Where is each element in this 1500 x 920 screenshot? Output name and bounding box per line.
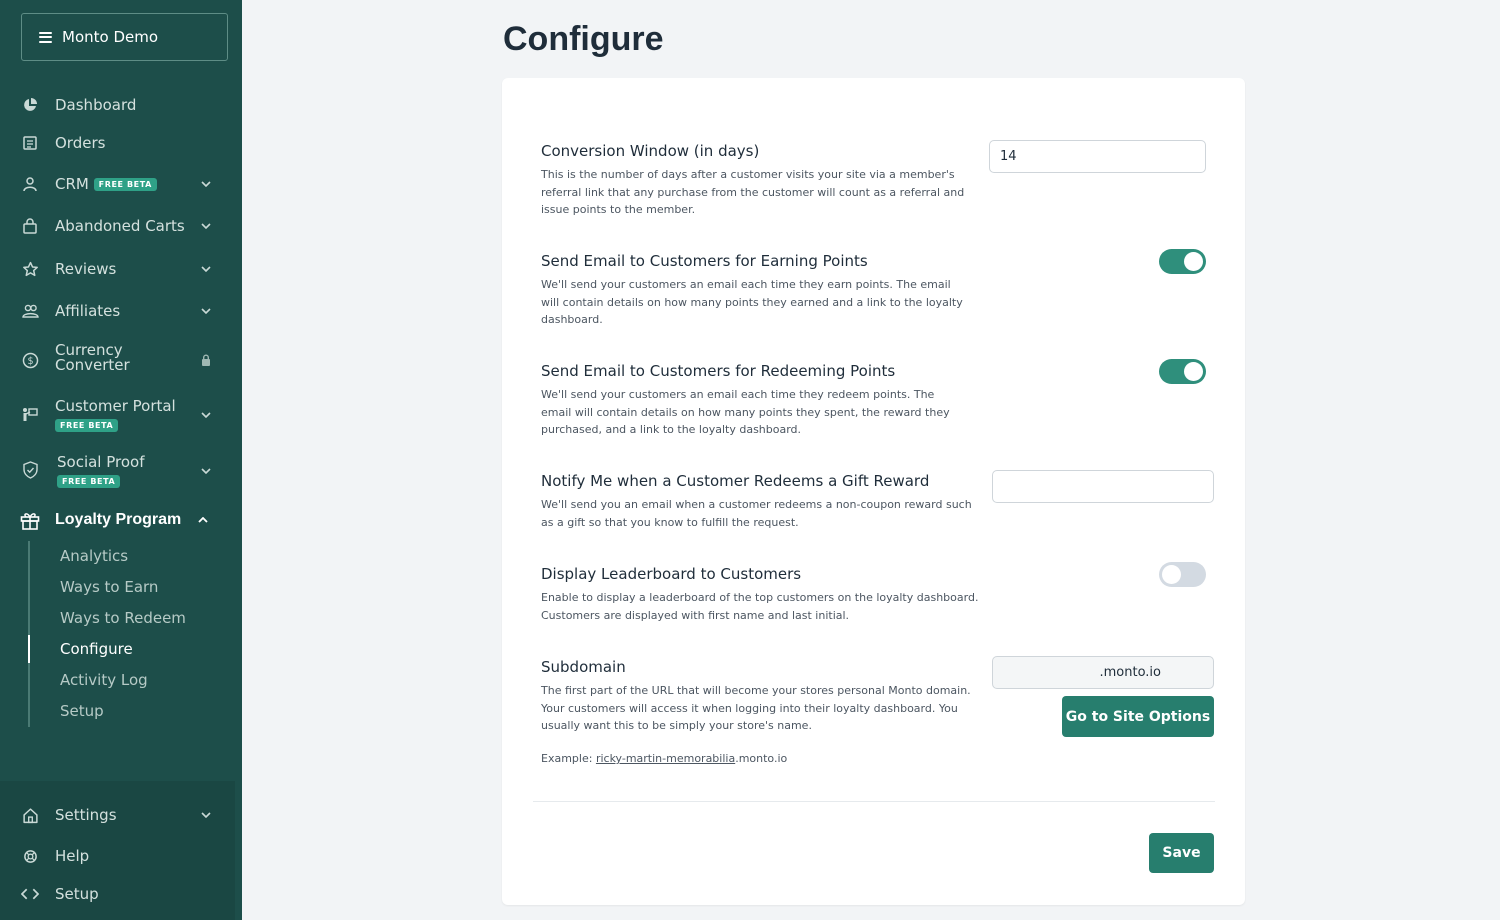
chevron-down-icon[interactable]	[200, 220, 212, 232]
gift-icon	[20, 510, 40, 530]
notify-email-input[interactable]	[992, 470, 1214, 503]
receipt-icon	[21, 134, 39, 152]
example-suffix: .monto.io	[735, 752, 788, 765]
nav-label: Abandoned Carts	[55, 217, 185, 235]
save-button[interactable]: Save	[1149, 833, 1214, 873]
subdomain-input[interactable]: .monto.io	[992, 656, 1214, 689]
svg-text:$: $	[27, 356, 33, 367]
lifebuoy-icon	[21, 847, 39, 865]
example-prefix: Example:	[541, 752, 596, 765]
nav-crm[interactable]: CRM FREE BETA	[0, 173, 242, 195]
sidebar: Monto Demo Dashboard Orders CRM FREE BET…	[0, 0, 242, 920]
store-name: Monto Demo	[62, 28, 159, 46]
nav-affiliates[interactable]: Affiliates	[0, 300, 242, 322]
chevron-up-icon[interactable]	[197, 514, 209, 526]
shield-icon	[21, 461, 39, 479]
nav-label: Customer Portal FREE BETA	[55, 397, 176, 433]
nav-social-proof[interactable]: Social Proof FREE BETA	[0, 453, 242, 489]
chevron-down-icon[interactable]	[200, 465, 212, 477]
nav-reviews[interactable]: Reviews	[0, 258, 242, 280]
leaderboard-toggle[interactable]	[1159, 562, 1206, 587]
chevron-down-icon[interactable]	[200, 305, 212, 317]
leaderboard-title: Display Leaderboard to Customers	[541, 565, 802, 583]
earning-email-desc: We'll send your customers an email each …	[541, 278, 963, 326]
nav-label: Social Proof FREE BETA	[57, 453, 145, 489]
card-divider	[533, 801, 1215, 802]
subdomain-suffix: .monto.io	[1099, 665, 1161, 680]
nav-loyalty-program[interactable]: Loyalty Program	[0, 509, 242, 531]
nav-settings[interactable]: Settings	[0, 804, 242, 826]
pie-chart-icon	[21, 96, 39, 114]
nav-label: Dashboard	[55, 96, 137, 114]
store-switcher-button[interactable]: Monto Demo	[21, 13, 228, 61]
user-icon	[21, 175, 39, 193]
nav-label-line2: Converter	[55, 356, 130, 374]
subdomain-desc: The first part of the URL that will beco…	[541, 684, 971, 732]
nav-dashboard[interactable]: Dashboard	[0, 94, 242, 116]
toggle-knob	[1184, 252, 1203, 271]
conversion-window-title: Conversion Window (in days)	[541, 142, 760, 160]
notify-gift-desc: We'll send you an email when a customer …	[541, 498, 972, 529]
star-icon	[21, 260, 39, 278]
chevron-down-icon[interactable]	[200, 178, 212, 190]
menu-icon	[39, 31, 52, 43]
redeeming-email-desc: We'll send your customers an email each …	[541, 388, 950, 436]
redeeming-email-toggle[interactable]	[1159, 359, 1206, 384]
conversion-window-desc: This is the number of days after a custo…	[541, 168, 965, 216]
page-title: Configure	[503, 20, 664, 58]
conversion-window-input[interactable]: 14	[989, 140, 1206, 173]
free-beta-badge: FREE BETA	[55, 419, 119, 432]
users-icon	[21, 302, 39, 320]
sub-activity-log[interactable]: Activity Log	[60, 671, 148, 689]
sub-ways-to-redeem[interactable]: Ways to Redeem	[60, 609, 186, 627]
nav-customer-portal[interactable]: Customer Portal FREE BETA	[0, 397, 242, 433]
dollar-icon: $	[21, 351, 39, 369]
example-link[interactable]: ricky-martin-memorabilia	[596, 752, 735, 765]
nav-label-text: Customer Portal	[55, 397, 176, 415]
toggle-knob	[1184, 362, 1203, 381]
leaderboard-desc: Enable to display a leaderboard of the t…	[541, 591, 979, 622]
nav-setup[interactable]: Setup	[0, 883, 242, 905]
shopping-bag-icon	[21, 217, 39, 235]
lock-icon	[200, 354, 212, 366]
nav-label: Help	[55, 847, 90, 865]
nav-abandoned-carts[interactable]: Abandoned Carts	[0, 215, 242, 237]
toggle-knob	[1162, 565, 1181, 584]
earning-email-title: Send Email to Customers for Earning Poin…	[541, 252, 868, 270]
nav-label: Settings	[55, 806, 117, 824]
nav-orders[interactable]: Orders	[0, 132, 242, 154]
nav-label-text: Social Proof	[57, 453, 145, 471]
nav-label: CRM FREE BETA	[55, 175, 157, 193]
sub-setup[interactable]: Setup	[60, 702, 104, 720]
redeeming-email-title: Send Email to Customers for Redeeming Po…	[541, 362, 896, 380]
submenu-line	[28, 541, 30, 727]
nav-currency-converter[interactable]: $ Currency Converter	[0, 343, 242, 377]
chevron-down-icon[interactable]	[200, 263, 212, 275]
sub-analytics[interactable]: Analytics	[60, 547, 128, 565]
nav-label: Affiliates	[55, 302, 121, 320]
submenu-active-indicator	[28, 635, 30, 663]
nav-help[interactable]: Help	[0, 845, 242, 867]
sidebar-bottom: Settings Help Setup	[0, 781, 235, 920]
nav-label: Orders	[55, 134, 106, 152]
chevron-down-icon[interactable]	[200, 409, 212, 421]
portal-icon	[21, 405, 39, 423]
home-icon	[21, 806, 39, 824]
nav-label-text: CRM	[55, 175, 89, 193]
nav-label: Loyalty Program	[55, 511, 182, 528]
subdomain-example: Example: ricky-martin-memorabilia.monto.…	[541, 752, 787, 765]
free-beta-badge: FREE BETA	[57, 475, 121, 488]
sub-configure[interactable]: Configure	[60, 640, 133, 658]
nav-label: Setup	[55, 885, 99, 903]
subdomain-title: Subdomain	[541, 658, 626, 676]
nav-label: Reviews	[55, 260, 117, 278]
free-beta-badge: FREE BETA	[93, 178, 157, 191]
nav-label: Currency Converter	[55, 343, 130, 373]
go-to-site-options-button[interactable]: Go to Site Options	[1062, 696, 1214, 737]
sub-ways-to-earn[interactable]: Ways to Earn	[60, 578, 158, 596]
chevron-down-icon[interactable]	[200, 809, 212, 821]
notify-gift-title: Notify Me when a Customer Redeems a Gift…	[541, 472, 930, 490]
earning-email-toggle[interactable]	[1159, 249, 1206, 274]
code-icon	[21, 885, 39, 903]
